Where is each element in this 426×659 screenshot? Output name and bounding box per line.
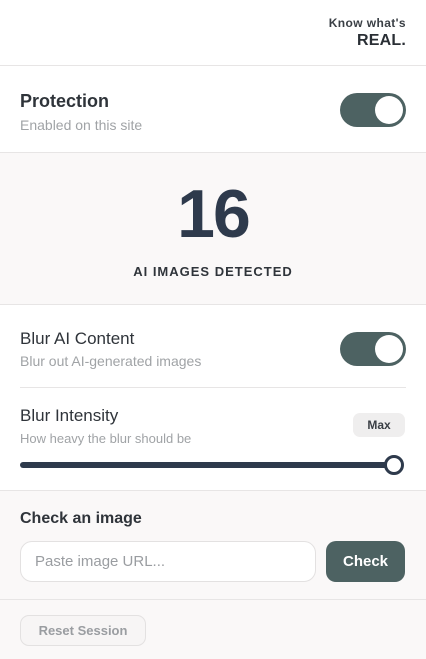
blur-section: Blur AI Content Blur out AI-generated im… (0, 305, 426, 491)
brand-logo: Know what's REAL. (329, 17, 406, 49)
check-button[interactable]: Check (326, 541, 405, 582)
blur-toggle-knob (375, 335, 403, 363)
protection-toggle-knob (375, 96, 403, 124)
check-image-section: Check an image Check (0, 491, 426, 600)
ai-images-count: 16 (177, 176, 251, 252)
blur-intensity-title: Blur Intensity (20, 406, 119, 425)
header: Know what's REAL. (0, 0, 426, 66)
footer: Reset Session (0, 600, 426, 659)
blur-content-row: Blur AI Content Blur out AI-generated im… (0, 305, 426, 387)
reset-session-button[interactable]: Reset Session (20, 615, 146, 646)
blur-subtitle: Blur out AI-generated images (20, 353, 202, 369)
divider (20, 387, 406, 388)
image-url-input[interactable] (20, 541, 316, 582)
blur-toggle[interactable] (340, 332, 406, 366)
ai-images-label: AI IMAGES DETECTED (133, 264, 293, 279)
blur-title: Blur AI Content (20, 329, 135, 348)
blur-intensity-slider-thumb[interactable] (384, 455, 404, 475)
blur-intensity-subtitle: How heavy the blur should be (20, 431, 192, 446)
protection-title: Protection (20, 91, 110, 111)
check-image-title: Check an image (20, 510, 142, 527)
protection-toggle[interactable] (340, 93, 406, 127)
protection-subtitle: Enabled on this site (20, 117, 143, 133)
blur-intensity-badge: Max (353, 413, 405, 437)
blur-intensity-slider-track[interactable] (20, 462, 398, 468)
protection-section: Protection Enabled on this site (0, 66, 426, 153)
brand-name: REAL. (357, 32, 406, 49)
brand-tagline: Know what's (328, 16, 406, 30)
detection-stats: 16 AI IMAGES DETECTED (0, 153, 426, 305)
